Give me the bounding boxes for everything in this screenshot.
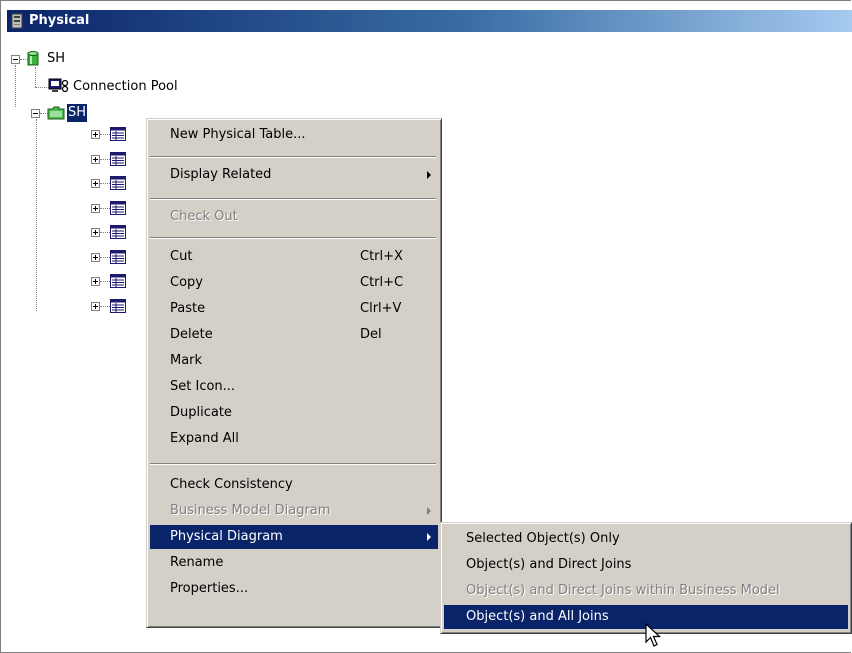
submenu-arrow-icon <box>427 507 431 515</box>
menu-item-label: Rename <box>170 555 224 570</box>
menu-item-label: Business Model Diagram <box>170 503 331 518</box>
menu-item-cut[interactable]: Cut Ctrl+X <box>150 245 438 269</box>
expand-toggle-table[interactable] <box>91 203 100 213</box>
expand-toggle-table[interactable] <box>91 277 100 286</box>
table-icon[interactable] <box>110 249 126 264</box>
menu-item-set-icon[interactable]: Set Icon... <box>150 375 438 399</box>
menu-item-mark[interactable]: Mark <box>150 349 438 373</box>
menu-item-shortcut: Clrl+V <box>360 301 402 316</box>
menu-item-business-model-diagram: Business Model Diagram <box>150 499 438 523</box>
menu-item-check-out: Check Out <box>150 205 438 229</box>
menu-item-label: Display Related <box>170 167 272 182</box>
menu-item-label: Duplicate <box>170 405 232 420</box>
menu-item-label: New Physical Table... <box>170 127 306 142</box>
connection-pool-icon <box>48 78 69 93</box>
menu-item-physical-diagram[interactable]: Physical Diagram <box>150 525 438 549</box>
menu-item-label: Paste <box>170 301 206 316</box>
submenu-item-label: Object(s) and Direct Joins <box>466 557 632 572</box>
menu-item-check-consistency[interactable]: Check Consistency <box>150 473 438 497</box>
menu-item-label: Physical Diagram <box>170 529 283 544</box>
menu-item-label: Cut <box>170 249 193 264</box>
window-title-bar: Physical <box>7 10 852 32</box>
menu-item-paste[interactable]: Paste Clrl+V <box>150 297 438 321</box>
collapse-toggle-root[interactable] <box>11 55 20 64</box>
menu-item-label: Check Consistency <box>170 477 293 492</box>
table-icon[interactable] <box>110 274 126 288</box>
mouse-cursor-icon <box>645 623 662 647</box>
expand-toggle-table[interactable] <box>91 130 100 139</box>
menu-item-display-related[interactable]: Display Related <box>150 163 438 187</box>
menu-item-shortcut: Ctrl+X <box>360 249 403 264</box>
table-icon[interactable] <box>110 127 126 141</box>
table-icon[interactable] <box>110 200 126 215</box>
menu-item-rename[interactable]: Rename <box>150 551 438 575</box>
menu-separator <box>150 198 436 200</box>
submenu-item-object-s-and-direct-joins-within-business-model: Object(s) and Direct Joins within Busine… <box>444 579 848 603</box>
table-icon[interactable] <box>110 176 126 190</box>
submenu-arrow-icon <box>427 171 431 179</box>
tree-node-database[interactable]: SH <box>47 50 65 68</box>
menu-item-shortcut: Ctrl+C <box>360 275 404 290</box>
server-icon <box>11 13 23 29</box>
tree-node-connection-pool[interactable]: Connection Pool <box>73 78 178 96</box>
folder-icon <box>47 106 65 120</box>
menu-item-label: Mark <box>170 353 203 368</box>
submenu-item-label: Selected Object(s) Only <box>466 531 620 546</box>
submenu-arrow-icon <box>427 533 431 541</box>
menu-item-expand-all[interactable]: Expand All <box>150 427 438 451</box>
database-cylinder-icon <box>27 51 39 66</box>
submenu-item-selected-object-s-only[interactable]: Selected Object(s) Only <box>444 527 848 551</box>
menu-separator <box>150 463 436 465</box>
menu-item-label: Copy <box>170 275 203 290</box>
menu-separator <box>150 156 436 158</box>
physical-diagram-submenu: Selected Object(s) Only Object(s) and Dir… <box>440 522 852 634</box>
expand-toggle-table[interactable] <box>91 252 100 262</box>
submenu-item-label: Object(s) and All Joins <box>466 609 609 624</box>
menu-item-shortcut: Del <box>360 327 382 342</box>
table-icon[interactable] <box>110 225 126 239</box>
expand-toggle-table[interactable] <box>91 179 100 188</box>
window-title: Physical <box>29 13 90 28</box>
submenu-item-label: Object(s) and Direct Joins within Busine… <box>466 583 780 598</box>
menu-item-copy[interactable]: Copy Ctrl+C <box>150 271 438 295</box>
tree-node-schema[interactable]: SH <box>65 103 89 123</box>
menu-item-new-physical-table[interactable]: New Physical Table... <box>150 123 438 147</box>
menu-item-label: Delete <box>170 327 213 342</box>
menu-item-label: Check Out <box>170 209 238 224</box>
menu-item-properties[interactable]: Properties... <box>150 577 438 601</box>
context-menu: New Physical Table... Display Related Chec… <box>146 118 442 628</box>
table-icon[interactable] <box>110 298 126 313</box>
menu-item-duplicate[interactable]: Duplicate <box>150 401 438 425</box>
expand-toggle-table[interactable] <box>91 301 100 311</box>
expand-toggle-table[interactable] <box>91 228 100 237</box>
menu-item-delete[interactable]: Delete Del <box>150 323 438 347</box>
expand-toggle-table[interactable] <box>91 154 100 164</box>
menu-item-label: Properties... <box>170 581 249 596</box>
table-icon[interactable] <box>110 151 126 166</box>
menu-item-label: Expand All <box>170 431 239 446</box>
submenu-item-object-s-and-direct-joins[interactable]: Object(s) and Direct Joins <box>444 553 848 577</box>
menu-item-label: Set Icon... <box>170 379 236 394</box>
menu-separator <box>150 237 436 239</box>
collapse-toggle-schema[interactable] <box>31 109 40 118</box>
